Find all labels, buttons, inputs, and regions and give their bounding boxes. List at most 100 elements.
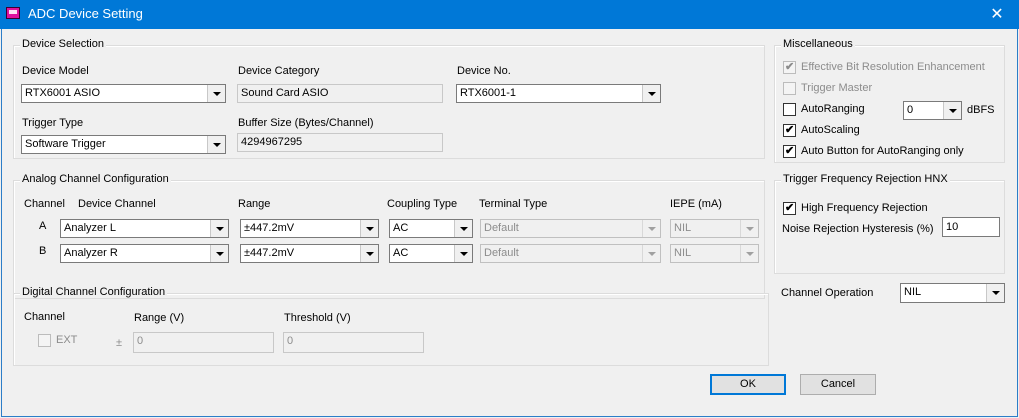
hysteresis-value: 10 xyxy=(946,221,959,233)
device-channel-select[interactable]: Analyzer R xyxy=(60,244,229,263)
group-title: Analog Channel Configuration xyxy=(20,173,171,185)
checkbox-box xyxy=(38,334,51,347)
trigger-rejection-group: Trigger Frequency Rejection HNX ✔ High F… xyxy=(774,173,1005,274)
device-channel-value: Analyzer L xyxy=(64,222,116,234)
checkbox-label: AutoScaling xyxy=(801,124,860,136)
auto-ranging-value: 0 xyxy=(907,104,914,116)
chevron-down-icon[interactable] xyxy=(360,220,378,237)
digital-range-label: Range (V) xyxy=(134,312,185,324)
dbfs-unit-label: dBFS xyxy=(967,104,995,116)
close-icon[interactable]: ✕ xyxy=(975,0,1019,29)
threshold-value: 0 xyxy=(287,335,294,347)
terminal-value: Default xyxy=(484,247,519,259)
header-channel: Channel xyxy=(24,198,65,210)
device-model-value: RTX6001 ASIO xyxy=(25,87,101,99)
dialog-body: Device Selection Device Model RTX6001 AS… xyxy=(1,29,1018,417)
buffer-size-value: 4294967295 xyxy=(241,136,303,148)
digital-channel-label: Channel xyxy=(24,311,65,323)
chevron-down-icon[interactable] xyxy=(943,102,961,119)
checkmark-icon: ✔ xyxy=(785,202,795,214)
checkbox-box: ✔ xyxy=(783,202,796,215)
device-channel-select[interactable]: Analyzer L xyxy=(60,219,229,238)
terminal-select[interactable]: Default xyxy=(480,219,661,238)
coupling-select[interactable]: AC xyxy=(389,219,473,238)
header-terminal: Terminal Type xyxy=(479,198,548,210)
hysteresis-input[interactable]: 10 xyxy=(942,217,1000,237)
coupling-value: AC xyxy=(393,222,409,234)
chevron-down-icon[interactable] xyxy=(642,220,660,237)
chevron-down-icon[interactable] xyxy=(360,245,378,262)
chevron-down-icon[interactable] xyxy=(207,136,225,153)
iepe-value: NIL xyxy=(674,247,692,259)
coupling-value: AC xyxy=(393,247,409,259)
chevron-down-icon[interactable] xyxy=(454,220,472,237)
header-device-channel: Device Channel xyxy=(78,198,156,210)
checkbox-box xyxy=(783,103,796,116)
checkbox-box: ✔ xyxy=(783,61,796,74)
chevron-down-icon[interactable] xyxy=(642,245,660,262)
checkbox-label: EXT xyxy=(56,334,78,346)
checkbox-box xyxy=(783,82,796,95)
checkbox-label: AutoRanging xyxy=(801,103,865,115)
header-iepe: IEPE (mA) xyxy=(670,198,722,210)
device-no-label: Device No. xyxy=(457,65,511,77)
analog-channel-group: Analog Channel Configuration Channel Dev… xyxy=(13,173,765,299)
buffer-size-field: 4294967295 xyxy=(237,133,443,152)
checkbox-box: ✔ xyxy=(783,145,796,158)
range-select[interactable]: ±447.2mV xyxy=(240,244,379,263)
chevron-down-icon[interactable] xyxy=(210,220,228,237)
chevron-down-icon[interactable] xyxy=(986,284,1004,302)
device-no-select[interactable]: RTX6001-1 xyxy=(456,84,661,103)
iepe-select[interactable]: NIL xyxy=(670,219,759,238)
miscellaneous-group: Miscellaneous ✔ Effective Bit Resolution… xyxy=(774,38,1005,163)
checkbox-label: Trigger Master xyxy=(801,82,873,94)
chevron-down-icon[interactable] xyxy=(210,245,228,262)
group-title: Digital Channel Configuration xyxy=(20,286,168,298)
device-category-value: Sound Card ASIO xyxy=(241,87,329,99)
trigger-type-label: Trigger Type xyxy=(22,117,84,129)
device-model-select[interactable]: RTX6001 ASIO xyxy=(21,84,226,103)
iepe-value: NIL xyxy=(674,222,692,234)
window-title: ADC Device Setting xyxy=(28,6,143,21)
checkbox-label: Auto Button for AutoRanging only xyxy=(801,145,964,157)
auto-ranging-level-select[interactable]: 0 xyxy=(903,101,962,120)
digital-channel-group: Digital Channel Configuration Channel EX… xyxy=(13,286,769,366)
channel-operation-select[interactable]: NIL xyxy=(900,283,1005,303)
channel-operation-value: NIL xyxy=(904,286,922,298)
terminal-value: Default xyxy=(484,222,519,234)
iepe-select[interactable]: NIL xyxy=(670,244,759,263)
checkbox-box: ✔ xyxy=(783,124,796,137)
ok-button[interactable]: OK xyxy=(710,374,786,395)
channel-id: B xyxy=(39,245,47,257)
device-no-value: RTX6001-1 xyxy=(460,87,517,99)
title-bar: ADC Device Setting ✕ xyxy=(0,0,1019,29)
channel-operation-label: Channel Operation xyxy=(781,287,874,299)
device-category-field: Sound Card ASIO xyxy=(237,84,443,103)
checkbox-label: High Frequency Rejection xyxy=(801,202,928,214)
chevron-down-icon[interactable] xyxy=(454,245,472,262)
range-value: ±447.2mV xyxy=(244,247,295,259)
buffer-size-label: Buffer Size (Bytes/Channel) xyxy=(238,117,374,129)
threshold-input[interactable]: 0 xyxy=(283,332,424,353)
threshold-label: Threshold (V) xyxy=(284,312,351,324)
chevron-down-icon[interactable] xyxy=(740,220,758,237)
channel-id: A xyxy=(39,220,47,232)
chevron-down-icon[interactable] xyxy=(207,85,225,102)
device-model-label: Device Model xyxy=(22,65,89,77)
plus-minus-sign: ± xyxy=(116,337,123,349)
digital-range-input[interactable]: 0 xyxy=(133,332,274,353)
digital-range-value: 0 xyxy=(137,335,144,347)
cancel-button[interactable]: Cancel xyxy=(800,374,876,395)
chevron-down-icon[interactable] xyxy=(740,245,758,262)
device-selection-group: Device Selection Device Model RTX6001 AS… xyxy=(13,38,765,159)
header-coupling: Coupling Type xyxy=(387,198,458,210)
range-select[interactable]: ±447.2mV xyxy=(240,219,379,238)
chevron-down-icon[interactable] xyxy=(642,85,660,102)
trigger-type-value: Software Trigger xyxy=(25,138,106,150)
app-icon xyxy=(6,7,20,19)
terminal-select[interactable]: Default xyxy=(480,244,661,263)
group-title: Trigger Frequency Rejection HNX xyxy=(781,173,950,185)
coupling-select[interactable]: AC xyxy=(389,244,473,263)
trigger-type-select[interactable]: Software Trigger xyxy=(21,135,226,154)
group-title: Device Selection xyxy=(20,38,106,50)
